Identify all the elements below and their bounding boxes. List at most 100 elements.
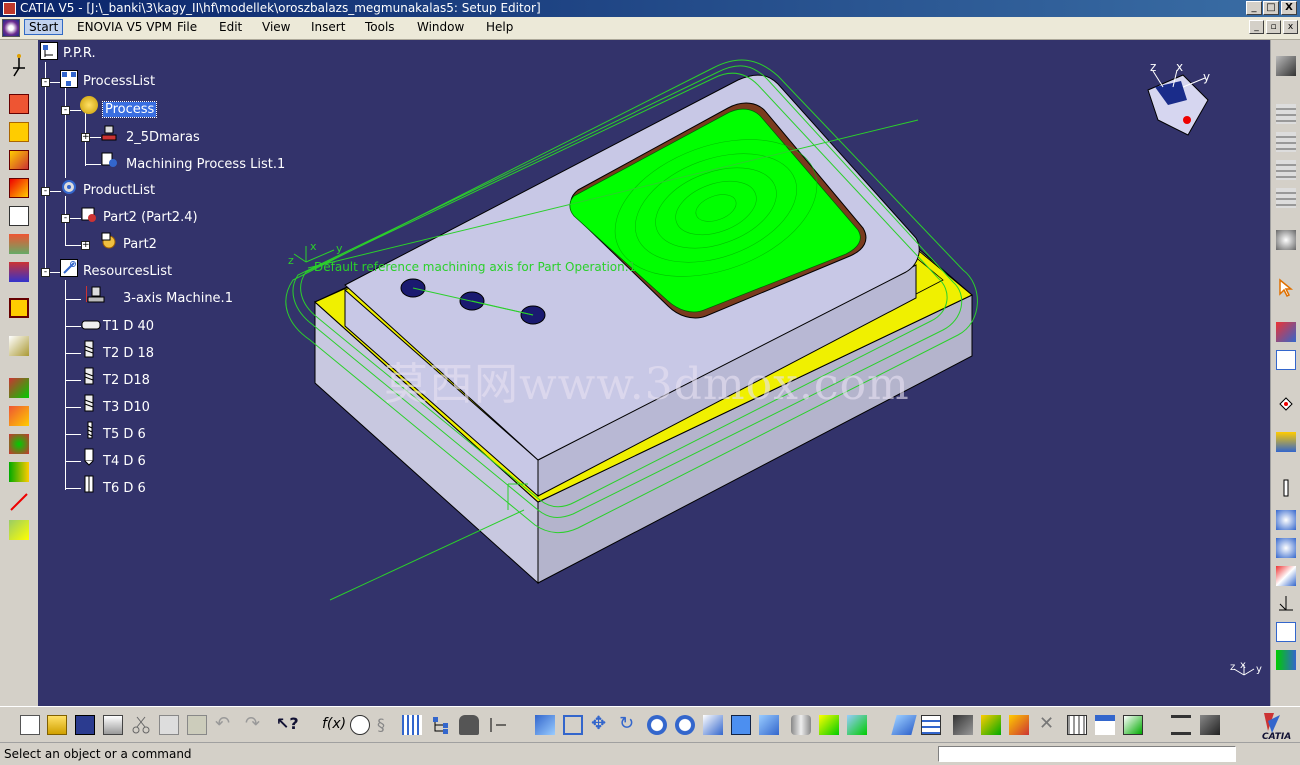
- insert-program-icon[interactable]: [9, 178, 29, 198]
- command-input[interactable]: [938, 746, 1236, 762]
- nc-code-icon[interactable]: [1123, 715, 1143, 735]
- group-icon[interactable]: [1276, 510, 1296, 530]
- process-list-icon[interactable]: [60, 70, 78, 88]
- end-mill-tool-icon[interactable]: [84, 367, 102, 385]
- render-icon[interactable]: [847, 715, 867, 735]
- undo-icon[interactable]: ↶: [215, 715, 235, 735]
- setup-icon[interactable]: [9, 54, 29, 77]
- redo-icon[interactable]: ↷: [245, 715, 265, 735]
- new-icon[interactable]: [20, 715, 40, 735]
- print-icon[interactable]: [103, 715, 123, 735]
- tree-expander[interactable]: -: [61, 106, 70, 115]
- tree-product-list[interactable]: ProductList: [83, 183, 155, 198]
- machining-process-icon[interactable]: [9, 150, 29, 170]
- tree-machining-process-list[interactable]: Machining Process List.1: [126, 157, 285, 172]
- options-icon[interactable]: [1276, 322, 1296, 342]
- swap-icon[interactable]: [819, 715, 839, 735]
- catia-menu-logo-icon[interactable]: [2, 19, 20, 37]
- tree-tool-t2b[interactable]: T2 D18: [103, 373, 150, 388]
- tree-machine[interactable]: 3-axis Machine.1: [123, 291, 233, 306]
- tree-2-5dmaras[interactable]: 2_5Dmaras: [126, 130, 200, 145]
- open-process-icon[interactable]: [9, 298, 29, 318]
- hide-show-icon[interactable]: [791, 715, 811, 735]
- tree-tool-t3[interactable]: T3 D10: [103, 400, 150, 415]
- fit-all-icon[interactable]: [563, 715, 583, 735]
- tree-process[interactable]: Process: [101, 101, 158, 118]
- report-icon[interactable]: [1276, 622, 1296, 642]
- iso-view-icon[interactable]: [731, 715, 751, 735]
- manufacturing-program-icon[interactable]: [9, 122, 29, 142]
- output-icon[interactable]: [1095, 715, 1115, 735]
- mfg-output-icon[interactable]: [1200, 715, 1220, 735]
- drill-tool-icon[interactable]: [86, 421, 104, 439]
- cylinder1-icon[interactable]: [1276, 104, 1296, 124]
- tree-tool-t5[interactable]: T5 D 6: [103, 427, 146, 442]
- drill-icon[interactable]: [1276, 478, 1296, 498]
- tree-expander[interactable]: -: [41, 268, 50, 277]
- process-gear-icon[interactable]: [80, 96, 98, 114]
- tool-path-icon[interactable]: [9, 492, 29, 512]
- table2-icon[interactable]: [1067, 715, 1087, 735]
- delete-icon[interactable]: ✕: [1039, 715, 1059, 735]
- machine-rotation-icon[interactable]: [9, 234, 29, 254]
- menu-insert[interactable]: Insert: [311, 20, 345, 34]
- tree-expander[interactable]: -: [61, 214, 70, 223]
- tree-icon[interactable]: [431, 715, 451, 735]
- normal-view-icon[interactable]: [703, 715, 723, 735]
- tree-part2[interactable]: Part2: [123, 237, 157, 252]
- cylinder2-icon[interactable]: [1276, 132, 1296, 152]
- zoom-in-icon[interactable]: [647, 715, 667, 735]
- pattern-icon[interactable]: [1276, 230, 1296, 250]
- machine-icon[interactable]: [85, 286, 105, 304]
- tap-tool-icon[interactable]: [84, 475, 102, 493]
- center-drill-tool-icon[interactable]: [84, 448, 102, 466]
- face-mill-tool-icon[interactable]: [80, 319, 101, 337]
- material-icon[interactable]: [891, 715, 917, 735]
- part-operation-icon[interactable]: [9, 94, 29, 114]
- tree-expander[interactable]: -: [41, 78, 50, 87]
- search-icon[interactable]: [350, 715, 370, 735]
- maximize-button[interactable]: □: [1263, 1, 1279, 15]
- rough-stock-icon[interactable]: [9, 336, 29, 356]
- transform-icon[interactable]: [1276, 566, 1296, 586]
- machining-process-list-icon[interactable]: [100, 151, 118, 169]
- part-gear-icon[interactable]: [100, 232, 118, 250]
- select-arrow-icon[interactable]: [1276, 278, 1296, 298]
- shading-icon[interactable]: [759, 715, 779, 735]
- tree-tool-t2a[interactable]: T2 D 18: [103, 346, 154, 361]
- program-icon[interactable]: [1276, 538, 1296, 558]
- mfg-view-icon[interactable]: [1171, 715, 1191, 735]
- knowledge-icon[interactable]: §: [377, 715, 397, 735]
- coordinates-icon[interactable]: [1276, 594, 1296, 614]
- menu-help[interactable]: Help: [486, 20, 513, 34]
- cut-icon[interactable]: [131, 715, 151, 735]
- end-mill-tool-icon[interactable]: [84, 394, 102, 412]
- ppr-root-icon[interactable]: [40, 42, 58, 60]
- geometry-icon[interactable]: [9, 434, 29, 454]
- tool-path-ext-icon[interactable]: [9, 520, 29, 540]
- point-icon[interactable]: [1276, 394, 1296, 414]
- product-list-icon[interactable]: [60, 178, 78, 196]
- axis-icon[interactable]: [1276, 432, 1296, 452]
- cutting-icon[interactable]: [9, 462, 29, 482]
- formula-icon[interactable]: f(x): [322, 715, 346, 735]
- tree-tool-t6[interactable]: T6 D 6: [103, 481, 146, 496]
- zoom-out-icon[interactable]: [675, 715, 695, 735]
- tree-tool-t4[interactable]: T4 D 6: [103, 454, 146, 469]
- copy-icon[interactable]: [159, 715, 179, 735]
- scale-icon[interactable]: [1276, 650, 1296, 670]
- simulate-icon[interactable]: [1009, 715, 1029, 735]
- tree-part2-instance[interactable]: Part2 (Part2.4): [103, 210, 198, 225]
- menu-window[interactable]: Window: [417, 20, 464, 34]
- menu-edit[interactable]: Edit: [219, 20, 242, 34]
- machine-icon[interactable]: [1276, 56, 1296, 76]
- 3d-viewport[interactable]: Default reference machining axis for Par…: [38, 40, 1270, 706]
- cylinder3-icon[interactable]: [1276, 160, 1296, 180]
- doc-close-button[interactable]: x: [1283, 20, 1298, 34]
- close-button[interactable]: X: [1281, 1, 1297, 15]
- rotate-icon[interactable]: ↻: [619, 715, 639, 735]
- pan-icon[interactable]: ✥: [591, 715, 611, 735]
- tree-process-list[interactable]: ProcessList: [83, 74, 155, 89]
- menu-tools[interactable]: Tools: [365, 20, 395, 34]
- transition-patch-icon[interactable]: [9, 406, 29, 426]
